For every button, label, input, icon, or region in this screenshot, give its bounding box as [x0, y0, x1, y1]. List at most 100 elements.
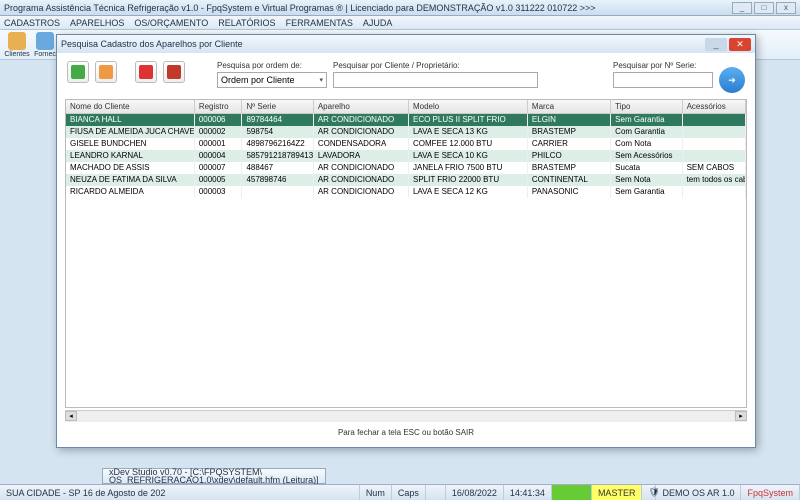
table-row[interactable]: NEUZA DE FATIMA DA SILVA000005457898746A… [66, 174, 746, 186]
column-header-2[interactable]: Nº Serie [242, 100, 313, 113]
toolbar-icon-1 [36, 32, 54, 50]
modal-window-controls: _ ✕ [705, 38, 751, 51]
table-row[interactable]: LEANDRO KARNAL00000458579121878941327897… [66, 150, 746, 162]
table-cell: Sucata [611, 162, 682, 174]
taskbar-app-button[interactable]: xDev Studio v0.70 - [C:\FPQSYSTEM\ OS_RE… [102, 468, 326, 484]
delete-button[interactable] [135, 61, 157, 83]
menu-item-5[interactable]: AJUDA [363, 18, 393, 28]
minimize-button[interactable]: _ [732, 2, 752, 14]
table-cell: Sem Garantia [611, 186, 682, 198]
menu-item-2[interactable]: OS/ORÇAMENTO [134, 18, 208, 28]
window-title: Programa Assistência Técnica Refrigeraçã… [4, 3, 732, 13]
chevron-down-icon: ▾ [319, 76, 323, 84]
search-serial-label: Pesquisar por Nº Serie: [613, 61, 713, 70]
table-cell: tem todos os cab [683, 174, 746, 186]
status-indicator-green [552, 485, 592, 500]
toolbar-button-0[interactable]: Clientes [4, 32, 30, 58]
table-cell [683, 138, 746, 150]
table-row[interactable]: GISELE BUNDCHEN00000148987962164Z2CONDEN… [66, 138, 746, 150]
main-titlebar: Programa Assistência Técnica Refrigeraçã… [0, 0, 800, 16]
menu-item-3[interactable]: RELATÓRIOS [218, 18, 275, 28]
table-cell: ELGIN [528, 114, 611, 126]
modal-titlebar: Pesquisa Cadastro dos Aparelhos por Clie… [57, 35, 755, 53]
column-header-5[interactable]: Marca [528, 100, 611, 113]
table-row[interactable]: MACHADO DE ASSIS000007488467AR CONDICION… [66, 162, 746, 174]
exit-button[interactable] [163, 61, 185, 83]
status-demo: DEMO OS AR 1.0 [656, 485, 741, 500]
menu-item-4[interactable]: FERRAMENTAS [286, 18, 353, 28]
table-cell: JANELA FRIO 7500 BTU [409, 162, 528, 174]
column-header-1[interactable]: Registro [195, 100, 243, 113]
menu-item-1[interactable]: APARELHOS [70, 18, 124, 28]
table-row[interactable]: BIANCA HALL00000689784464AR CONDICIONADO… [66, 114, 746, 126]
table-cell [683, 126, 746, 138]
grid-body[interactable]: BIANCA HALL00000689784464AR CONDICIONADO… [66, 114, 746, 407]
table-cell: 48987962164Z2 [242, 138, 313, 150]
search-serial-input[interactable] [613, 72, 713, 88]
scroll-left-button[interactable]: ◂ [65, 411, 77, 421]
status-caps: Caps [392, 485, 426, 500]
modal-minimize-button[interactable]: _ [705, 38, 727, 51]
table-cell: GISELE BUNDCHEN [66, 138, 195, 150]
column-header-0[interactable]: Nome do Cliente [66, 100, 195, 113]
order-select-value: Ordem por Cliente [221, 75, 295, 85]
toolbar-button-1[interactable]: Fornec [32, 32, 58, 58]
arrow-right-icon: ➜ [728, 75, 736, 86]
table-cell: CONDENSADORA [314, 138, 409, 150]
table-cell [242, 186, 313, 198]
status-master: MASTER [592, 485, 643, 500]
search-go-button[interactable]: ➜ [719, 67, 745, 93]
table-cell: LAVADORA [314, 150, 409, 162]
column-header-6[interactable]: Tipo [611, 100, 682, 113]
table-cell: 000004 [195, 150, 243, 162]
table-cell: 000002 [195, 126, 243, 138]
table-cell: LAVA E SECA 12 KG [409, 186, 528, 198]
taskbar-line2: OS_REFRIGERACAO1.0\xdev\default.hfm (Lei… [109, 476, 319, 484]
status-shield-icon: 🛡 [642, 485, 656, 500]
column-header-7[interactable]: Acessórios [683, 100, 746, 113]
table-cell: Sem Garantia [611, 114, 682, 126]
table-cell: 000005 [195, 174, 243, 186]
close-button[interactable]: x [776, 2, 796, 14]
results-grid: Nome do ClienteRegistroNº SerieAparelhoM… [65, 99, 747, 408]
table-cell: SEM CABOS [683, 162, 746, 174]
order-select[interactable]: Ordem por Cliente ▾ [217, 72, 327, 88]
table-cell: AR CONDICIONADO [314, 174, 409, 186]
table-row[interactable]: FIUSA DE ALMEIDA JUCA CHAVES000002598754… [66, 126, 746, 138]
table-cell: PANASONIC [528, 186, 611, 198]
delete-icon [139, 65, 153, 79]
search-client-block: Pesquisar por Cliente / Proprietário: [333, 61, 607, 88]
status-date: 16/08/2022 [446, 485, 504, 500]
grid-header: Nome do ClienteRegistroNº SerieAparelhoM… [66, 100, 746, 114]
table-cell: 457898746 [242, 174, 313, 186]
table-cell: CONTINENTAL [528, 174, 611, 186]
table-cell: Sem Nota [611, 174, 682, 186]
column-header-3[interactable]: Aparelho [314, 100, 409, 113]
table-cell: LAVA E SECA 10 KG [409, 150, 528, 162]
table-cell: MACHADO DE ASSIS [66, 162, 195, 174]
table-cell: BRASTEMP [528, 162, 611, 174]
toolbar-icon-0 [8, 32, 26, 50]
table-row[interactable]: RICARDO ALMEIDA000003AR CONDICIONADOLAVA… [66, 186, 746, 198]
modal-close-button[interactable]: ✕ [729, 38, 751, 51]
edit-button[interactable] [95, 61, 117, 83]
search-client-input[interactable] [333, 72, 538, 88]
horizontal-scrollbar[interactable]: ◂ ▸ [65, 410, 747, 422]
status-num: Num [360, 485, 392, 500]
table-cell: BRASTEMP [528, 126, 611, 138]
search-order-block: Pesquisa por ordem de: Ordem por Cliente… [217, 61, 327, 88]
table-cell: COMFEE 12.000 BTU [409, 138, 528, 150]
table-cell: LAVA E SECA 13 KG [409, 126, 528, 138]
table-cell: ECO PLUS II SPLIT FRIO [409, 114, 528, 126]
menu-item-0[interactable]: CADASTROS [4, 18, 60, 28]
table-cell: Com Garantia [611, 126, 682, 138]
add-button[interactable] [67, 61, 89, 83]
column-header-4[interactable]: Modelo [409, 100, 528, 113]
table-cell: AR CONDICIONADO [314, 186, 409, 198]
modal-footer-message: Para fechar a tela ESC ou botão SAIR [61, 422, 751, 443]
statusbar: SUA CIDADE - SP 16 de Agosto de 202 Num … [0, 484, 800, 500]
status-scr [426, 485, 446, 500]
scroll-right-button[interactable]: ▸ [735, 411, 747, 421]
status-city: SUA CIDADE - SP 16 de Agosto de 202 [0, 485, 360, 500]
maximize-button[interactable]: □ [754, 2, 774, 14]
